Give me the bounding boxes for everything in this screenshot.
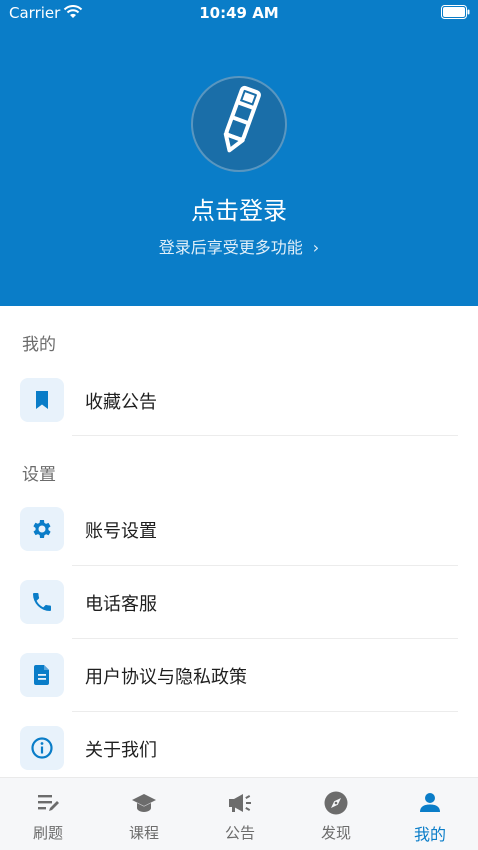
tab-label: 课程 bbox=[128, 824, 159, 842]
tab-label: 刷题 bbox=[32, 824, 63, 842]
list-item-favorites[interactable]: 收藏公告 bbox=[0, 370, 478, 430]
icon-container bbox=[20, 580, 64, 624]
tab-discover[interactable]: 发现 bbox=[288, 778, 384, 850]
pencil-logo-icon bbox=[223, 85, 261, 153]
section-title-mine: 我的 bbox=[22, 335, 56, 355]
bottom-tab-bar: 刷题 课程 公告 发现 我的 bbox=[0, 777, 478, 850]
divider bbox=[72, 638, 458, 639]
divider bbox=[72, 711, 458, 712]
bookmark-icon bbox=[36, 391, 48, 409]
tab-label: 发现 bbox=[320, 824, 351, 842]
edit-list-icon bbox=[38, 795, 59, 811]
login-subtitle-text: 登录后享受更多功能 bbox=[158, 238, 303, 257]
list-item-account-settings[interactable]: 账号设置 bbox=[0, 499, 478, 559]
gear-icon bbox=[33, 520, 51, 538]
tab-courses[interactable]: 课程 bbox=[96, 778, 192, 850]
icon-container bbox=[20, 507, 64, 551]
chevron-right-icon: › bbox=[312, 238, 320, 257]
graduation-cap-icon bbox=[132, 794, 156, 812]
avatar[interactable] bbox=[191, 76, 287, 172]
divider bbox=[72, 435, 458, 436]
list-item-label: 用户协议与隐私政策 bbox=[85, 667, 247, 688]
list-item-about-us[interactable]: 关于我们 bbox=[0, 718, 478, 778]
status-bar: Carrier 10:49 AM bbox=[0, 0, 478, 26]
icon-container bbox=[20, 653, 64, 697]
list-item-label: 收藏公告 bbox=[85, 392, 157, 413]
info-icon bbox=[31, 737, 53, 759]
compass-icon bbox=[324, 791, 348, 815]
list-item-user-agreement[interactable]: 用户协议与隐私政策 bbox=[0, 645, 478, 705]
status-time: 10:49 AM bbox=[199, 4, 279, 22]
megaphone-icon bbox=[229, 794, 251, 812]
login-title[interactable]: 点击登录 bbox=[0, 191, 478, 226]
profile-header: Carrier 10:49 AM 点击登录 登录后享受更多功能 › bbox=[0, 0, 478, 306]
section-title-settings: 设置 bbox=[22, 465, 56, 485]
battery-icon bbox=[441, 5, 470, 19]
list-item-label: 电话客服 bbox=[85, 594, 157, 615]
list-item-label: 关于我们 bbox=[85, 740, 157, 761]
icon-container bbox=[20, 378, 64, 422]
divider bbox=[72, 565, 458, 566]
tab-announcements[interactable]: 公告 bbox=[192, 778, 288, 850]
list-item-label: 账号设置 bbox=[85, 521, 157, 542]
tab-practice[interactable]: 刷题 bbox=[0, 778, 96, 850]
tab-mine[interactable]: 我的 bbox=[382, 778, 478, 850]
tab-label: 我的 bbox=[413, 825, 446, 844]
document-icon bbox=[34, 665, 49, 685]
icon-container bbox=[20, 726, 64, 770]
person-icon bbox=[420, 793, 440, 812]
phone-icon bbox=[33, 593, 51, 611]
login-subtitle[interactable]: 登录后享受更多功能 › bbox=[0, 234, 478, 258]
list-item-phone-support[interactable]: 电话客服 bbox=[0, 572, 478, 632]
tab-label: 公告 bbox=[224, 824, 255, 842]
